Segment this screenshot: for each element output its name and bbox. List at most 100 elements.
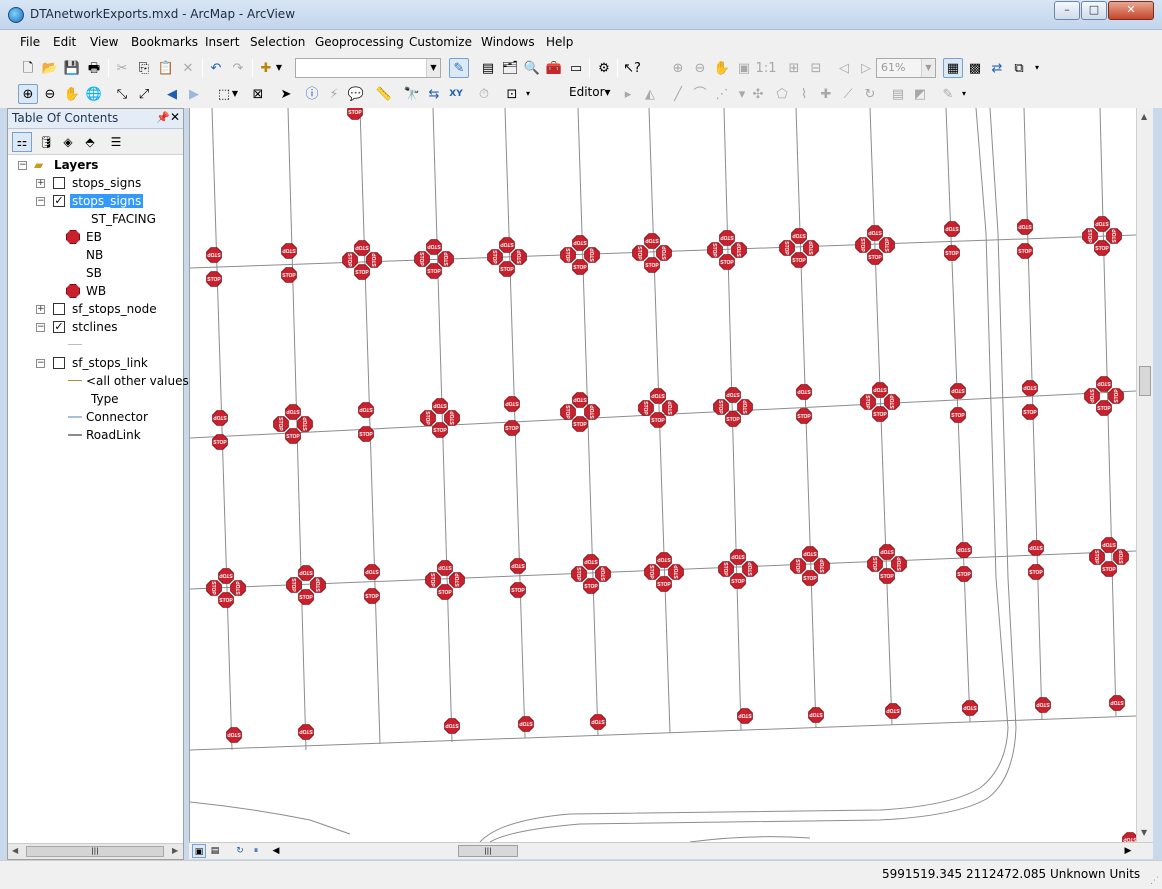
collapse-icon[interactable]: −: [36, 197, 45, 206]
scroll-right-icon[interactable]: ▶: [172, 846, 178, 855]
map-view[interactable]: STOP STOP STOP STOP STOP STOP STOP STOP STOP STOP…: [189, 108, 1136, 842]
zoom-out-icon[interactable]: ⊖: [40, 84, 60, 104]
minimize-button[interactable]: –: [1054, 1, 1080, 20]
chevron-down-icon[interactable]: ▾: [958, 84, 970, 104]
paste-icon[interactable]: 📋: [156, 58, 176, 78]
redo-icon[interactable]: ↷: [228, 58, 248, 78]
expand-icon[interactable]: +: [36, 179, 45, 188]
python-window-icon[interactable]: ▭: [566, 58, 586, 78]
time-slider-icon[interactable]: ⏱: [474, 84, 494, 104]
editor-menu[interactable]: Editor▾: [569, 85, 611, 99]
menu-customize[interactable]: Customize: [409, 35, 472, 49]
scrollbar-thumb[interactable]: |||: [26, 846, 164, 857]
edit-tool-icon[interactable]: ▸: [618, 84, 638, 104]
chevron-down-icon[interactable]: ▼: [921, 59, 935, 77]
straight-segment-icon[interactable]: ╱: [668, 84, 688, 104]
search-window-icon[interactable]: 🔍: [522, 58, 542, 78]
measure-icon[interactable]: 📏: [374, 84, 394, 104]
chevron-down-icon[interactable]: ▼: [274, 58, 284, 78]
layer-sf-stops-node[interactable]: sf_stops_node: [72, 300, 157, 318]
close-button[interactable]: ✕: [1108, 1, 1154, 20]
next-extent-icon[interactable]: ▶: [184, 84, 204, 104]
sketch-properties-icon[interactable]: ◩: [910, 84, 930, 104]
data-view-icon[interactable]: ▣: [192, 844, 206, 858]
menu-file[interactable]: File: [20, 35, 40, 49]
menu-view[interactable]: View: [90, 35, 118, 49]
copy-icon[interactable]: ⎘: [134, 58, 154, 78]
collapse-icon[interactable]: −: [18, 161, 27, 170]
menu-geoprocessing[interactable]: Geoprocessing: [315, 35, 404, 49]
list-by-selection-icon[interactable]: ⬘: [80, 132, 100, 152]
close-icon[interactable]: ✕: [170, 110, 180, 124]
list-by-drawing-order-icon[interactable]: ⚏: [12, 132, 32, 152]
whats-this-icon[interactable]: ↖?: [622, 58, 642, 78]
cut-polygons-icon[interactable]: ✚: [816, 84, 836, 104]
scroll-up-icon[interactable]: ▲: [1141, 112, 1147, 121]
edit-vertices-icon[interactable]: ⬠: [772, 84, 792, 104]
fixed-zoom-out-icon[interactable]: ⊟: [806, 58, 826, 78]
delete-icon[interactable]: ✕: [178, 58, 198, 78]
layout-zoom-in-icon[interactable]: ⊕: [668, 58, 688, 78]
focus-data-frame-icon[interactable]: ▩: [965, 58, 985, 78]
scroll-left-icon[interactable]: ◀: [12, 846, 18, 855]
go-to-xy-icon[interactable]: XY: [446, 84, 466, 104]
refresh-icon[interactable]: ↻: [233, 844, 247, 858]
menu-windows[interactable]: Windows: [481, 35, 535, 49]
edit-annotation-icon[interactable]: ◭: [640, 84, 660, 104]
back-extent-icon[interactable]: ◁: [834, 58, 854, 78]
print-icon[interactable]: 🖶: [84, 58, 104, 78]
find-binoculars-icon[interactable]: 🔭: [402, 84, 422, 104]
list-by-source-icon[interactable]: 🛢: [36, 132, 56, 152]
menu-bookmarks[interactable]: Bookmarks: [131, 35, 198, 49]
previous-extent-icon[interactable]: ◀: [162, 84, 182, 104]
layer-visibility-checkbox[interactable]: [53, 177, 65, 189]
toggle-draft-mode-icon[interactable]: ▦: [943, 58, 963, 78]
expand-icon[interactable]: +: [36, 305, 45, 314]
layer-visibility-checkbox[interactable]: ✓: [53, 321, 65, 333]
layer-sf-stops-link[interactable]: sf_stops_link: [72, 354, 148, 372]
table-of-contents-icon[interactable]: ▤: [478, 58, 498, 78]
pin-icon[interactable]: 📌: [156, 111, 170, 124]
map-vertical-scrollbar[interactable]: ▲ ▼: [1136, 108, 1153, 842]
rotate-icon[interactable]: ↻: [860, 84, 880, 104]
scrollbar-thumb[interactable]: |||: [458, 845, 518, 857]
create-features-icon[interactable]: ✎: [938, 84, 958, 104]
zoom-100-icon[interactable]: 1:1: [756, 58, 777, 78]
editor-toolbar-icon[interactable]: ✎: [449, 58, 469, 78]
model-builder-icon[interactable]: ⚙: [594, 58, 614, 78]
menu-edit[interactable]: Edit: [53, 35, 76, 49]
layers-root[interactable]: Layers: [54, 156, 98, 174]
layout-pan-icon[interactable]: ✋: [712, 58, 732, 78]
map-scale-combo[interactable]: ▼: [295, 58, 441, 78]
list-by-visibility-icon[interactable]: ◈: [58, 132, 78, 152]
data-driven-pages-icon[interactable]: ⧉: [1009, 58, 1029, 78]
split-icon[interactable]: ⟋: [838, 84, 858, 104]
save-icon[interactable]: 💾: [62, 58, 82, 78]
maximize-button[interactable]: □: [1081, 1, 1107, 20]
fixed-zoom-in-icon[interactable]: ⤡: [112, 84, 132, 104]
hyperlink-icon[interactable]: ⚡: [324, 84, 344, 104]
new-document-icon[interactable]: 🗋: [18, 58, 38, 78]
collapse-icon[interactable]: −: [36, 323, 45, 332]
find-route-icon[interactable]: ⇆: [424, 84, 444, 104]
cut-icon[interactable]: ✂: [112, 58, 132, 78]
chevron-down-icon[interactable]: ▼: [230, 84, 240, 104]
zoom-in-icon[interactable]: ⊕: [18, 84, 38, 104]
create-viewer-window-icon[interactable]: ⊡: [502, 84, 522, 104]
menu-insert[interactable]: Insert: [205, 35, 239, 49]
toc-horizontal-scrollbar[interactable]: ◀ ||| ▶: [8, 843, 183, 859]
scroll-down-icon[interactable]: ▼: [1141, 828, 1147, 837]
fixed-zoom-in-icon[interactable]: ⊞: [784, 58, 804, 78]
end-point-arc-icon[interactable]: ⌒: [690, 84, 710, 104]
menu-selection[interactable]: Selection: [250, 35, 305, 49]
collapse-icon[interactable]: −: [36, 359, 45, 368]
full-extent-icon[interactable]: 🌐: [84, 84, 104, 104]
select-arrow-icon[interactable]: ➤: [276, 84, 296, 104]
layout-view-icon[interactable]: ▤: [208, 844, 222, 858]
scroll-left-icon[interactable]: ◀: [269, 844, 283, 858]
map-canvas[interactable]: STOPSTOPSTOPSTOPSTOPSTOPSTOP STOPSTOPSTOP…: [190, 108, 1136, 842]
pause-drawing-icon[interactable]: ⏸: [249, 844, 263, 858]
layer-stops-signs-selected[interactable]: stops_signs: [70, 192, 144, 210]
change-layout-icon[interactable]: ⇄: [987, 58, 1007, 78]
resize-grip-icon[interactable]: ⋰: [1150, 876, 1159, 886]
